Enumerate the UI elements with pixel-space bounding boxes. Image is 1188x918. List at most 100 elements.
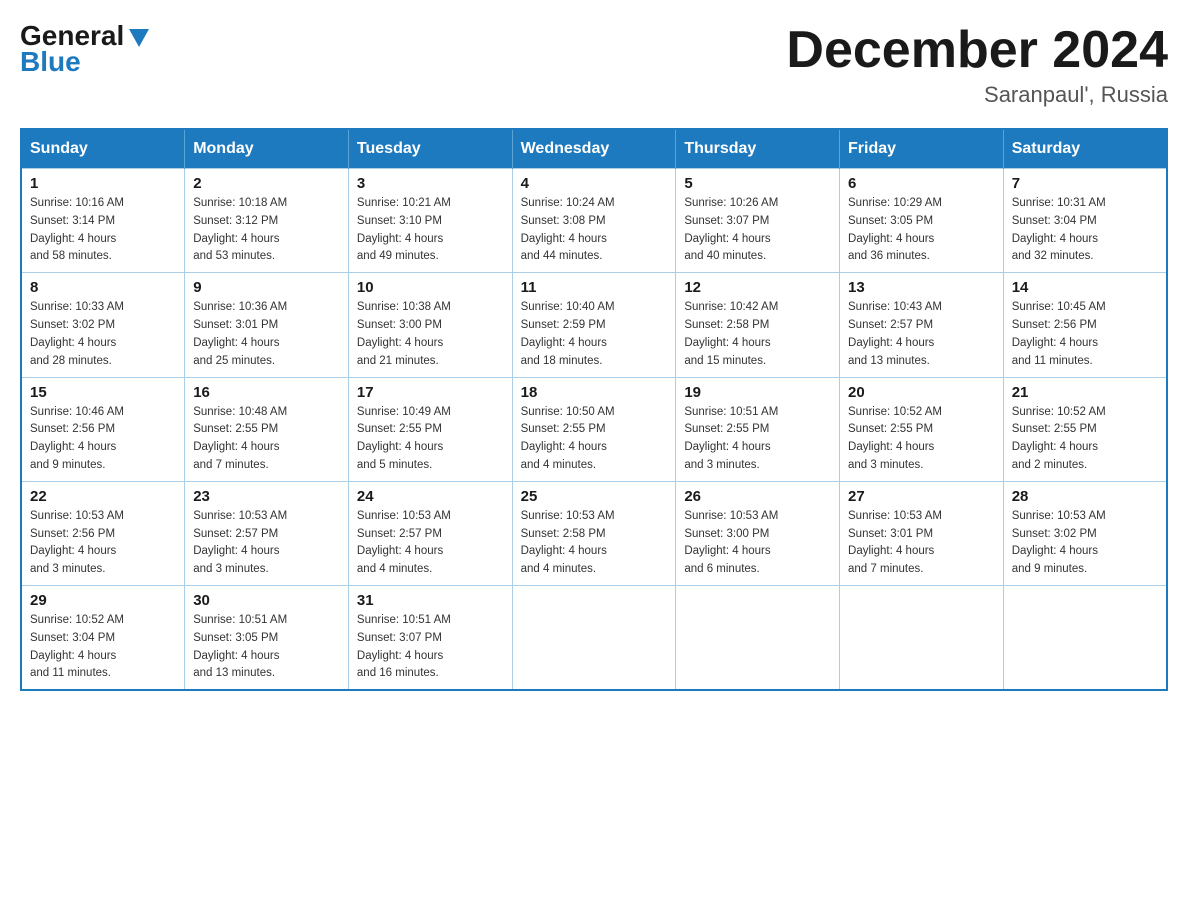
weekday-header-row: SundayMondayTuesdayWednesdayThursdayFrid… — [21, 129, 1167, 169]
empty-cell — [512, 586, 676, 691]
day-cell-31: 31 Sunrise: 10:51 AMSunset: 3:07 PMDaylig… — [348, 586, 512, 691]
day-number: 25 — [521, 488, 668, 505]
day-cell-24: 24 Sunrise: 10:53 AMSunset: 2:57 PMDaylig… — [348, 481, 512, 585]
day-cell-1: 1 Sunrise: 10:16 AMSunset: 3:14 PMDayligh… — [21, 169, 185, 273]
day-number: 4 — [521, 175, 668, 192]
day-number: 16 — [193, 384, 340, 401]
day-info: Sunrise: 10:24 AMSunset: 3:08 PMDaylight… — [521, 195, 668, 266]
day-info: Sunrise: 10:50 AMSunset: 2:55 PMDaylight… — [521, 404, 668, 475]
weekday-header-sunday: Sunday — [21, 129, 185, 169]
week-row-5: 29Sunrise: 10:52 AMSunset: 3:04 PMDaylig… — [21, 586, 1167, 691]
day-info: Sunrise: 10:48 AMSunset: 2:55 PMDaylight… — [193, 404, 340, 475]
day-number: 12 — [684, 279, 831, 296]
day-info: Sunrise: 10:53 AMSunset: 3:00 PMDaylight… — [684, 508, 831, 579]
day-cell-21: 21Sunrise: 10:52 AMSunset: 2:55 PMDaylig… — [1003, 377, 1167, 481]
day-number: 6 — [848, 175, 995, 192]
day-info: Sunrise: 10:53 AMSunset: 2:56 PMDaylight… — [30, 508, 176, 579]
day-info: Sunrise: 10:31 AMSunset: 3:04 PMDaylight… — [1012, 195, 1158, 266]
day-number: 17 — [357, 384, 504, 401]
empty-cell — [840, 586, 1004, 691]
day-cell-28: 28 Sunrise: 10:53 AMSunset: 3:02 PMDaylig… — [1003, 481, 1167, 585]
day-number: 20 — [848, 384, 995, 401]
day-number: 26 — [684, 488, 831, 505]
day-info: Sunrise: 10:53 AMSunset: 3:01 PMDaylight… — [848, 508, 995, 579]
logo-blue-label: Blue — [20, 46, 81, 78]
day-number: 9 — [193, 279, 340, 296]
day-info: Sunrise: 10:36 AMSunset: 3:01 PMDaylight… — [193, 299, 340, 370]
day-number: 14 — [1012, 279, 1158, 296]
day-cell-14: 14 Sunrise: 10:45 AMSunset: 2:56 PMDaylig… — [1003, 273, 1167, 377]
weekday-header-tuesday: Tuesday — [348, 129, 512, 169]
day-number: 2 — [193, 175, 340, 192]
day-cell-19: 19 Sunrise: 10:51 AMSunset: 2:55 PMDaylig… — [676, 377, 840, 481]
day-info: Sunrise: 10:51 AMSunset: 2:55 PMDaylight… — [684, 404, 831, 475]
day-number: 31 — [357, 592, 504, 609]
day-info: Sunrise: 10:53 AMSunset: 3:02 PMDaylight… — [1012, 508, 1158, 579]
day-cell-25: 25 Sunrise: 10:53 AMSunset: 2:58 PMDaylig… — [512, 481, 676, 585]
day-info: Sunrise: 10:33 AMSunset: 3:02 PMDaylight… — [30, 299, 176, 370]
day-number: 5 — [684, 175, 831, 192]
day-cell-9: 9 Sunrise: 10:36 AMSunset: 3:01 PMDayligh… — [185, 273, 349, 377]
weekday-header-monday: Monday — [185, 129, 349, 169]
weekday-header-friday: Friday — [840, 129, 1004, 169]
day-number: 1 — [30, 175, 176, 192]
day-info: Sunrise: 10:46 AMSunset: 2:56 PMDaylight… — [30, 404, 176, 475]
title-area: December 2024 Saranpaul', Russia — [786, 20, 1168, 108]
day-cell-7: 7 Sunrise: 10:31 AMSunset: 3:04 PMDayligh… — [1003, 169, 1167, 273]
day-info: Sunrise: 10:16 AMSunset: 3:14 PMDaylight… — [30, 195, 176, 266]
day-cell-16: 16 Sunrise: 10:48 AMSunset: 2:55 PMDaylig… — [185, 377, 349, 481]
day-info: Sunrise: 10:49 AMSunset: 2:55 PMDaylight… — [357, 404, 504, 475]
day-cell-12: 12 Sunrise: 10:42 AMSunset: 2:58 PMDaylig… — [676, 273, 840, 377]
day-info: Sunrise: 10:42 AMSunset: 2:58 PMDaylight… — [684, 299, 831, 370]
day-cell-5: 5 Sunrise: 10:26 AMSunset: 3:07 PMDayligh… — [676, 169, 840, 273]
day-number: 18 — [521, 384, 668, 401]
weekday-header-wednesday: Wednesday — [512, 129, 676, 169]
day-cell-2: 2 Sunrise: 10:18 AMSunset: 3:12 PMDayligh… — [185, 169, 349, 273]
week-row-1: 1 Sunrise: 10:16 AMSunset: 3:14 PMDayligh… — [21, 169, 1167, 273]
day-cell-4: 4 Sunrise: 10:24 AMSunset: 3:08 PMDayligh… — [512, 169, 676, 273]
day-info: Sunrise: 10:53 AMSunset: 2:57 PMDaylight… — [193, 508, 340, 579]
weekday-header-saturday: Saturday — [1003, 129, 1167, 169]
day-info: Sunrise: 10:38 AMSunset: 3:00 PMDaylight… — [357, 299, 504, 370]
day-info: Sunrise: 10:52 AMSunset: 2:55 PMDaylight… — [1012, 404, 1158, 475]
day-cell-22: 22Sunrise: 10:53 AMSunset: 2:56 PMDaylig… — [21, 481, 185, 585]
day-info: Sunrise: 10:29 AMSunset: 3:05 PMDaylight… — [848, 195, 995, 266]
day-info: Sunrise: 10:53 AMSunset: 2:57 PMDaylight… — [357, 508, 504, 579]
logo-arrow-icon — [129, 29, 149, 47]
day-info: Sunrise: 10:40 AMSunset: 2:59 PMDaylight… — [521, 299, 668, 370]
week-row-3: 15Sunrise: 10:46 AMSunset: 2:56 PMDaylig… — [21, 377, 1167, 481]
day-info: Sunrise: 10:43 AMSunset: 2:57 PMDaylight… — [848, 299, 995, 370]
day-info: Sunrise: 10:51 AMSunset: 3:05 PMDaylight… — [193, 612, 340, 683]
day-number: 11 — [521, 279, 668, 296]
week-row-4: 22Sunrise: 10:53 AMSunset: 2:56 PMDaylig… — [21, 481, 1167, 585]
day-info: Sunrise: 10:45 AMSunset: 2:56 PMDaylight… — [1012, 299, 1158, 370]
empty-cell — [1003, 586, 1167, 691]
day-cell-11: 11 Sunrise: 10:40 AMSunset: 2:59 PMDaylig… — [512, 273, 676, 377]
day-number: 30 — [193, 592, 340, 609]
day-info: Sunrise: 10:52 AMSunset: 2:55 PMDaylight… — [848, 404, 995, 475]
day-cell-29: 29Sunrise: 10:52 AMSunset: 3:04 PMDaylig… — [21, 586, 185, 691]
day-cell-6: 6 Sunrise: 10:29 AMSunset: 3:05 PMDayligh… — [840, 169, 1004, 273]
day-number: 28 — [1012, 488, 1158, 505]
month-title: December 2024 — [786, 20, 1168, 80]
day-info: Sunrise: 10:51 AMSunset: 3:07 PMDaylight… — [357, 612, 504, 683]
day-number: 7 — [1012, 175, 1158, 192]
day-cell-3: 3Sunrise: 10:21 AMSunset: 3:10 PMDayligh… — [348, 169, 512, 273]
day-cell-20: 20 Sunrise: 10:52 AMSunset: 2:55 PMDaylig… — [840, 377, 1004, 481]
day-number: 8 — [30, 279, 176, 296]
day-cell-18: 18 Sunrise: 10:50 AMSunset: 2:55 PMDaylig… — [512, 377, 676, 481]
day-info: Sunrise: 10:18 AMSunset: 3:12 PMDaylight… — [193, 195, 340, 266]
day-info: Sunrise: 10:26 AMSunset: 3:07 PMDaylight… — [684, 195, 831, 266]
day-info: Sunrise: 10:53 AMSunset: 2:58 PMDaylight… — [521, 508, 668, 579]
day-cell-30: 30 Sunrise: 10:51 AMSunset: 3:05 PMDaylig… — [185, 586, 349, 691]
day-number: 23 — [193, 488, 340, 505]
location: Saranpaul', Russia — [786, 82, 1168, 108]
day-number: 24 — [357, 488, 504, 505]
week-row-2: 8 Sunrise: 10:33 AMSunset: 3:02 PMDayligh… — [21, 273, 1167, 377]
day-cell-13: 13Sunrise: 10:43 AMSunset: 2:57 PMDaylig… — [840, 273, 1004, 377]
day-info: Sunrise: 10:21 AMSunset: 3:10 PMDaylight… — [357, 195, 504, 266]
day-cell-27: 27Sunrise: 10:53 AMSunset: 3:01 PMDaylig… — [840, 481, 1004, 585]
day-number: 19 — [684, 384, 831, 401]
logo: General Blue — [20, 20, 149, 78]
day-cell-10: 10Sunrise: 10:38 AMSunset: 3:00 PMDaylig… — [348, 273, 512, 377]
